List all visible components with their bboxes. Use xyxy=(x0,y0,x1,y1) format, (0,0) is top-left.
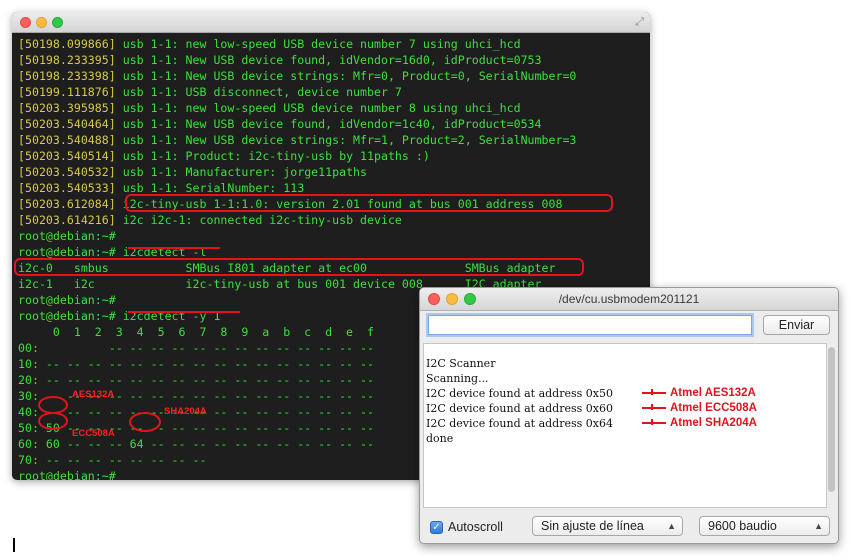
send-button[interactable]: Enviar xyxy=(763,315,830,335)
terminal-line: [50203.540464] usb 1-1: New USB device f… xyxy=(18,116,542,132)
annotation-arrow xyxy=(642,407,666,409)
highlight-box xyxy=(14,258,584,276)
annotation-tick xyxy=(651,389,653,395)
line-text: usb 1-1: Product: i2c-tiny-usb by 11path… xyxy=(115,149,430,163)
terminal-line: root@debian:~# xyxy=(18,292,116,308)
line-text: root@debian:~# xyxy=(18,469,116,480)
line-text: 60: 60 -- -- -- 64 -- -- -- -- -- -- -- … xyxy=(18,437,374,451)
line-text: root@debian:~# xyxy=(18,229,116,243)
output-line: I2C device found at address 0x50 xyxy=(426,387,613,400)
annotation-arrow xyxy=(642,422,666,424)
send-input[interactable] xyxy=(428,315,752,335)
line-text: 20: -- -- -- -- -- -- -- -- -- -- -- -- … xyxy=(18,373,374,387)
line-ending-value: Sin ajuste de línea xyxy=(541,519,644,533)
output-line: Scanning... xyxy=(426,372,489,385)
zoom-button[interactable] xyxy=(52,17,63,28)
chip-label-sha: Atmel SHA204A xyxy=(670,417,757,429)
timestamp: [50203.612084] xyxy=(18,197,116,211)
underline-mark xyxy=(128,311,240,313)
line-text: usb 1-1: New USB device strings: Mfr=1, … xyxy=(115,133,577,147)
timestamp: [50198.233398] xyxy=(18,69,116,83)
line-text: usb 1-1: New USB device found, idVendor=… xyxy=(115,53,542,67)
circle-mark xyxy=(129,412,161,432)
output-line: I2C device found at address 0x64 xyxy=(426,417,613,430)
window-title: /dev/cu.usbmodem201121 xyxy=(558,292,700,306)
scrollbar-thumb[interactable] xyxy=(828,347,835,492)
timestamp: [50203.540514] xyxy=(18,149,116,163)
circle-mark xyxy=(38,412,68,430)
annotation-aes: AES132A xyxy=(72,389,115,400)
line-text: usb 1-1: SerialNumber: 113 xyxy=(115,181,305,195)
terminal-line: root@debian:~# xyxy=(18,228,116,244)
output-line: I2C device found at address 0x60 xyxy=(426,402,613,415)
minimize-button[interactable] xyxy=(36,17,47,28)
chip-label-ecc: Atmel ECC508A xyxy=(670,402,757,414)
line-text: usb 1-1: Manufacturer: jorge11paths xyxy=(115,165,368,179)
fullscreen-icon[interactable]: ⤢ xyxy=(635,16,644,27)
line-text: 70: -- -- -- -- -- -- -- -- xyxy=(18,453,207,467)
timestamp: [50203.540532] xyxy=(18,165,116,179)
autoscroll-toggle[interactable]: ✓ Autoscroll xyxy=(430,519,503,535)
autoscroll-checkbox[interactable]: ✓ xyxy=(430,520,443,534)
timestamp: [50203.614216] xyxy=(18,213,116,227)
line-text: usb 1-1: New USB device found, idVendor=… xyxy=(115,117,542,131)
line-text: 00: -- -- -- -- -- -- -- -- -- -- -- -- … xyxy=(18,341,374,355)
timestamp: [50198.233395] xyxy=(18,53,116,67)
baud-rate-select[interactable]: 9600 baudio ▲ xyxy=(699,516,830,536)
timestamp: [50203.395985] xyxy=(18,101,116,115)
terminal-line: [50203.540514] usb 1-1: Product: i2c-tin… xyxy=(18,148,430,164)
timestamp: [50198.099866] xyxy=(18,37,116,51)
baud-rate-value: 9600 baudio xyxy=(708,519,777,533)
serial-monitor-window[interactable]: /dev/cu.usbmodem201121 Enviar I2C Scanne… xyxy=(419,287,839,544)
timestamp: [50203.540533] xyxy=(18,181,116,195)
line-text: usb 1-1: new low-speed USB device number… xyxy=(115,37,521,51)
terminal-line: root@debian:~# xyxy=(18,468,116,480)
highlight-box xyxy=(125,194,613,212)
close-button[interactable] xyxy=(20,17,31,28)
terminal-line: [50203.395985] usb 1-1: new low-speed US… xyxy=(18,100,521,116)
chevron-updown-icon: ▲ xyxy=(814,521,823,531)
line-text: usb 1-1: new low-speed USB device number… xyxy=(115,101,521,115)
terminal-titlebar[interactable]: ⤢ xyxy=(12,12,650,33)
timestamp: [50203.540488] xyxy=(18,133,116,147)
annotation-tick xyxy=(651,404,653,410)
serial-titlebar[interactable]: /dev/cu.usbmodem201121 xyxy=(420,288,838,311)
text-cursor-icon xyxy=(13,538,15,552)
terminal-line: [50198.099866] usb 1-1: new low-speed US… xyxy=(18,36,521,52)
annotation-tick xyxy=(651,419,653,425)
timestamp: [50203.540464] xyxy=(18,117,116,131)
chip-label-aes: Atmel AES132A xyxy=(670,387,756,399)
line-text: 0 1 2 3 4 5 6 7 8 9 a b c d e f xyxy=(18,325,374,339)
terminal-line: [50198.233395] usb 1-1: New USB device f… xyxy=(18,52,542,68)
chevron-updown-icon: ▲ xyxy=(667,521,676,531)
annotation-ecc: ECC508A xyxy=(72,428,115,439)
line-text: usb 1-1: New USB device strings: Mfr=0, … xyxy=(115,69,577,83)
terminal-line: 00: -- -- -- -- -- -- -- -- -- -- -- -- … xyxy=(18,340,374,356)
line-text: 10: -- -- -- -- -- -- -- -- -- -- -- -- … xyxy=(18,357,374,371)
terminal-line: [50203.540532] usb 1-1: Manufacturer: jo… xyxy=(18,164,367,180)
terminal-line: 0 1 2 3 4 5 6 7 8 9 a b c d e f xyxy=(18,324,374,340)
annotation-arrow xyxy=(642,392,666,394)
terminal-line: [50199.111876] usb 1-1: USB disconnect, … xyxy=(18,84,402,100)
timestamp: [50199.111876] xyxy=(18,85,116,99)
autoscroll-label: Autoscroll xyxy=(448,520,503,534)
terminal-line: 70: -- -- -- -- -- -- -- -- xyxy=(18,452,206,468)
output-line: done xyxy=(426,432,454,445)
terminal-line: [50203.540488] usb 1-1: New USB device s… xyxy=(18,132,576,148)
output-line: I2C Scanner xyxy=(426,357,496,370)
line-text: usb 1-1: USB disconnect, device number 7 xyxy=(115,85,402,99)
underline-mark xyxy=(128,247,220,249)
line-text: i2c i2c-1: connected i2c-tiny-usb device xyxy=(115,213,402,227)
terminal-line: 20: -- -- -- -- -- -- -- -- -- -- -- -- … xyxy=(18,372,374,388)
annotation-sha: SHA204A xyxy=(164,406,207,417)
output-scrollbar[interactable] xyxy=(827,345,836,507)
terminal-line: 10: -- -- -- -- -- -- -- -- -- -- -- -- … xyxy=(18,356,374,372)
line-ending-select[interactable]: Sin ajuste de línea ▲ xyxy=(532,516,683,536)
serial-output[interactable]: I2C Scanner Scanning... I2C device found… xyxy=(423,343,827,508)
line-text: root@debian:~# xyxy=(18,293,116,307)
terminal-line: [50198.233398] usb 1-1: New USB device s… xyxy=(18,68,576,84)
terminal-line: [50203.614216] i2c i2c-1: connected i2c-… xyxy=(18,212,402,228)
